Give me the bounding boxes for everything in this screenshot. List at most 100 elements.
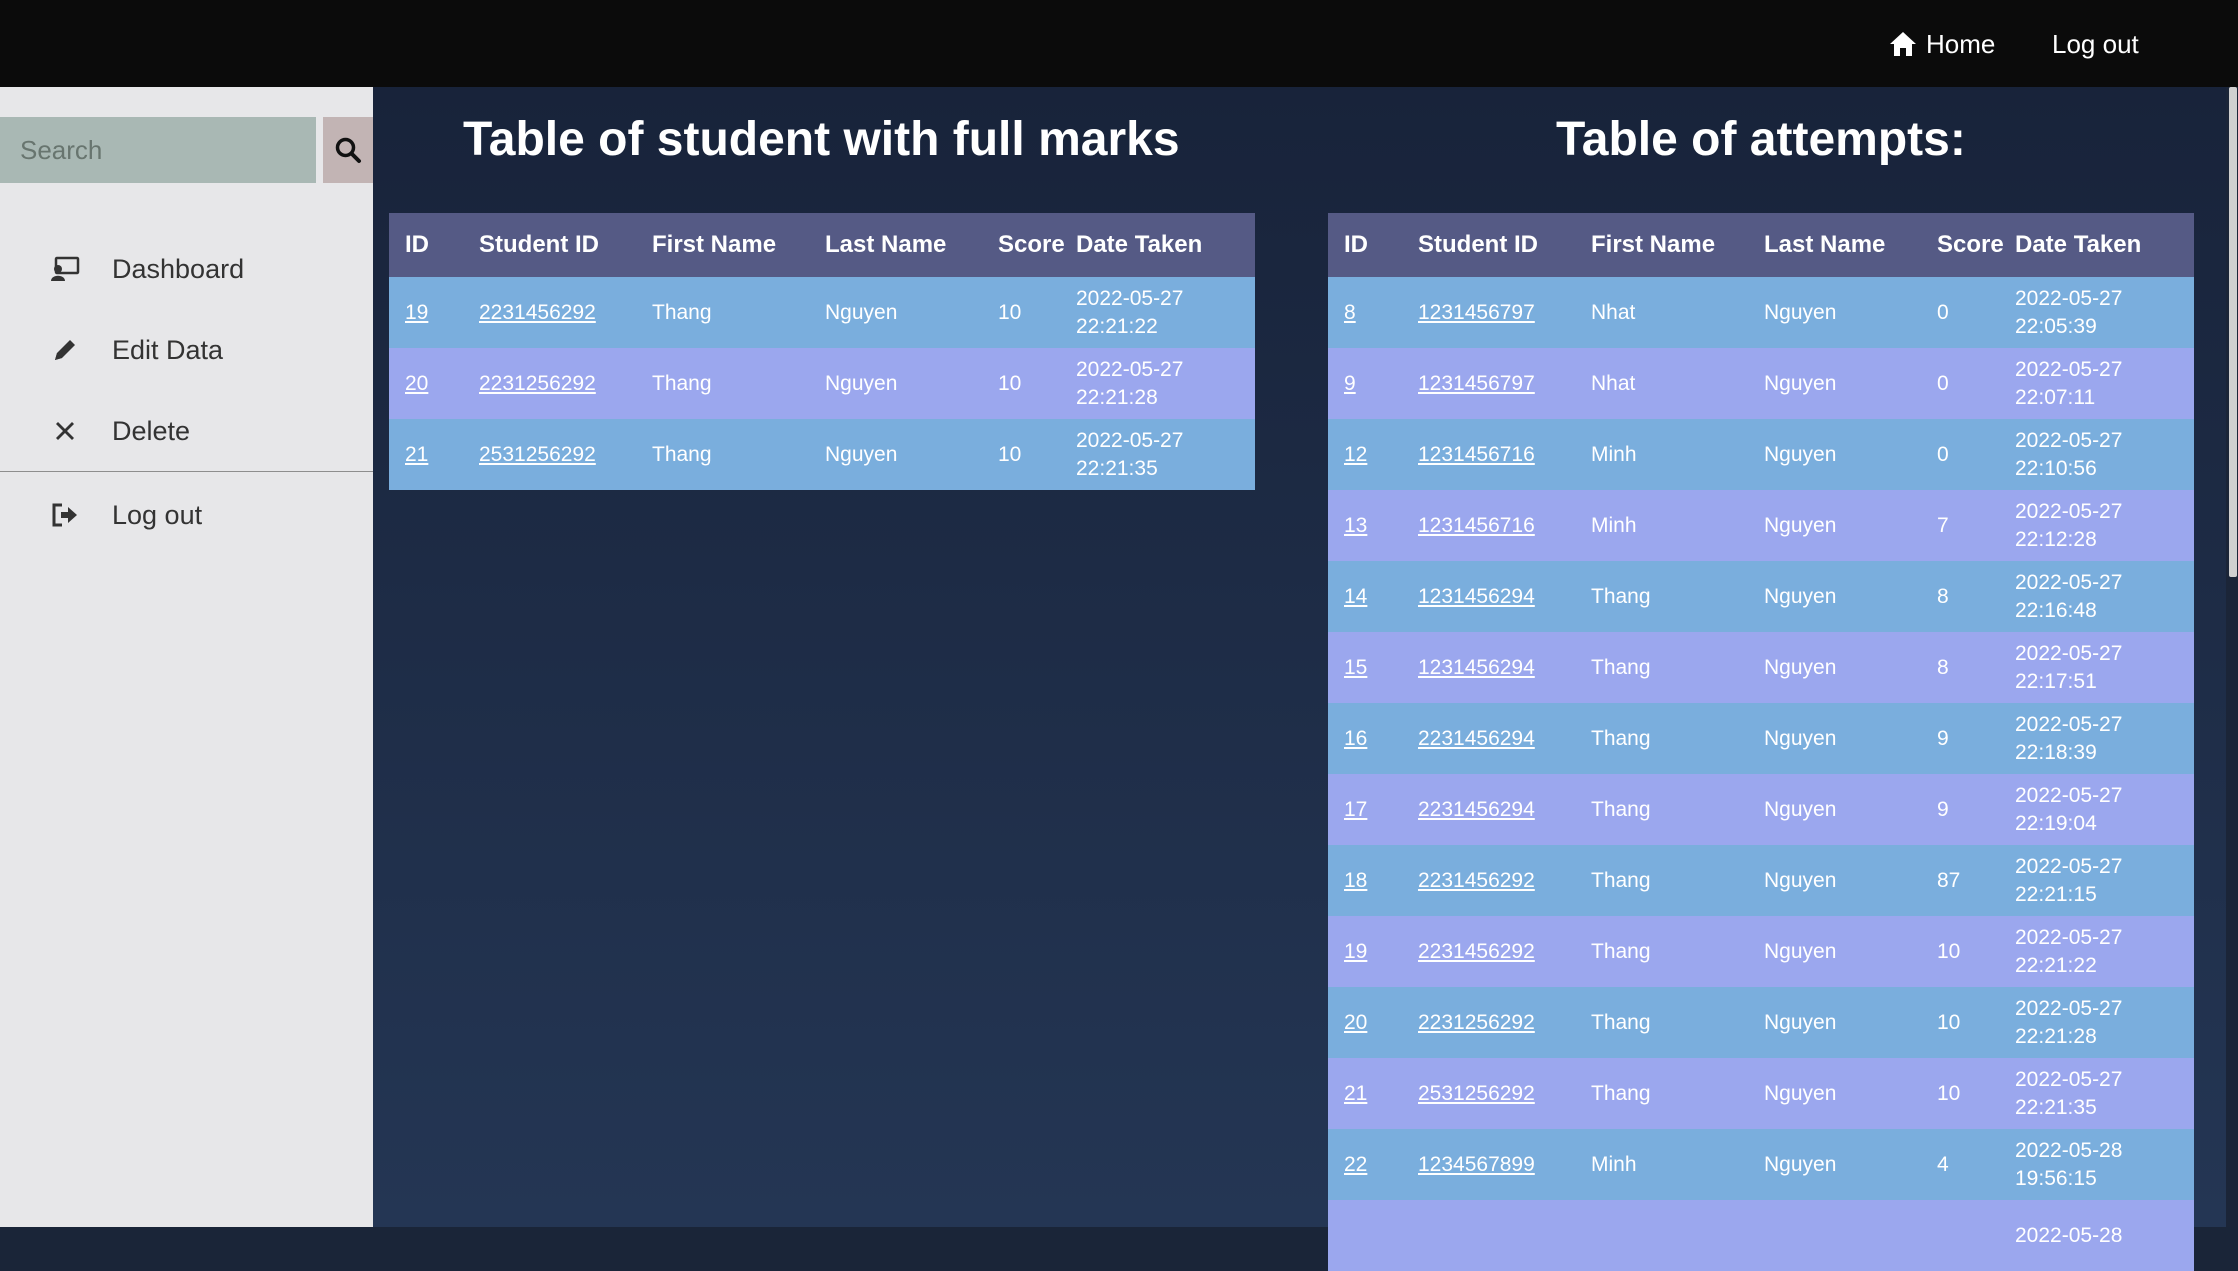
logout-icon xyxy=(48,498,82,532)
sidebar-item-edit-data[interactable]: Edit Data xyxy=(0,320,373,380)
row-id-link[interactable]: 22 xyxy=(1328,1129,1402,1200)
first-name-cell: Nhat xyxy=(1575,277,1748,348)
last-name-cell: Nguyen xyxy=(809,419,982,490)
score-cell: 87 xyxy=(1921,845,1999,916)
student-id-link[interactable]: 2531256292 xyxy=(1402,1058,1575,1129)
date-text: 2022-05-27 xyxy=(1076,286,1184,310)
last-name-cell: Nguyen xyxy=(1748,774,1921,845)
student-id-link[interactable] xyxy=(1402,1200,1575,1271)
student-id-link[interactable]: 2231456294 xyxy=(1402,703,1575,774)
score-cell: 10 xyxy=(1921,916,1999,987)
row-id-link[interactable]: 18 xyxy=(1328,845,1402,916)
sidebar-item-dashboard[interactable]: Dashboard xyxy=(0,239,373,299)
topbar-logout-link[interactable]: Log out xyxy=(2052,24,2139,64)
row-id-link[interactable]: 8 xyxy=(1328,277,1402,348)
student-id-link[interactable]: 1231456716 xyxy=(1402,490,1575,561)
score-cell: 10 xyxy=(1921,987,1999,1058)
time-text: 22:17:51 xyxy=(2015,669,2097,693)
pencil-icon xyxy=(48,333,82,367)
row-id-link[interactable]: 15 xyxy=(1328,632,1402,703)
search-icon xyxy=(335,137,361,163)
date-taken-cell: 2022-05-27 22:21:28 xyxy=(1060,348,1255,419)
table-row: 20 2231256292 Thang Nguyen 10 2022-05-27 22:21… xyxy=(389,348,1255,419)
row-id-link[interactable]: 20 xyxy=(389,348,463,419)
date-taken-cell: 2022-05-27 22:10:56 xyxy=(1999,419,2194,490)
table-row: 18 2231456292 Thang Nguyen 87 2022-05-27 22:21… xyxy=(1328,845,2194,916)
dashboard-icon xyxy=(48,252,82,286)
time-text: 22:21:28 xyxy=(1076,385,1158,409)
row-id-link[interactable]: 21 xyxy=(1328,1058,1402,1129)
sidebar-item-logout[interactable]: Log out xyxy=(0,485,373,545)
home-link[interactable]: Home xyxy=(1888,24,1995,64)
last-name-cell: Nguyen xyxy=(1748,490,1921,561)
first-name-cell: Thang xyxy=(1575,561,1748,632)
student-id-link[interactable]: 2231456294 xyxy=(1402,774,1575,845)
first-name-cell: Minh xyxy=(1575,1129,1748,1200)
first-name-cell: Thang xyxy=(1575,632,1748,703)
row-id-link[interactable]: 17 xyxy=(1328,774,1402,845)
student-id-link[interactable]: 2231456292 xyxy=(1402,845,1575,916)
row-id-link[interactable]: 12 xyxy=(1328,419,1402,490)
first-name-cell: Thang xyxy=(1575,987,1748,1058)
row-id-link[interactable]: 9 xyxy=(1328,348,1402,419)
table-row: 8 1231456797 Nhat Nguyen 0 2022-05-27 22:05:39 xyxy=(1328,277,2194,348)
date-taken-cell: 2022-05-27 22:21:28 xyxy=(1999,987,2194,1058)
table-row: 16 2231456294 Thang Nguyen 9 2022-05-27 22:18:… xyxy=(1328,703,2194,774)
time-text: 22:10:56 xyxy=(2015,456,2097,480)
student-id-link[interactable]: 1231456797 xyxy=(1402,348,1575,419)
search-input[interactable] xyxy=(0,117,316,183)
student-id-link[interactable]: 1231456797 xyxy=(1402,277,1575,348)
last-name-cell: Nguyen xyxy=(1748,845,1921,916)
sidebar: Dashboard Edit Data Delete Log out xyxy=(0,87,373,1227)
table-header-row: ID Student ID First Name Last Name Score Date… xyxy=(1328,213,2194,277)
student-id-link[interactable]: 1234567899 xyxy=(1402,1129,1575,1200)
row-id-link[interactable]: 13 xyxy=(1328,490,1402,561)
last-name-header: Last Name xyxy=(1748,213,1921,277)
full-marks-title: Table of student with full marks xyxy=(463,113,1180,166)
time-text: 22:21:35 xyxy=(2015,1095,2097,1119)
row-id-link[interactable]: 14 xyxy=(1328,561,1402,632)
table-row: 2022-05-28 xyxy=(1328,1200,2194,1271)
student-id-link[interactable]: 2231456292 xyxy=(1402,916,1575,987)
time-text: 22:21:28 xyxy=(2015,1024,2097,1048)
attempts-table: ID Student ID First Name Last Name Score Date… xyxy=(1328,213,2194,1271)
date-text: 2022-05-28 xyxy=(2015,1138,2123,1162)
date-taken-cell: 2022-05-27 22:19:04 xyxy=(1999,774,2194,845)
date-taken-header: Date Taken xyxy=(1999,213,2194,277)
row-id-link[interactable]: 19 xyxy=(389,277,463,348)
search-button[interactable] xyxy=(323,117,373,183)
date-text: 2022-05-28 xyxy=(2015,1223,2123,1247)
sidebar-item-delete[interactable]: Delete xyxy=(0,401,373,461)
id-header: ID xyxy=(389,213,463,277)
score-cell xyxy=(1921,1200,1999,1271)
last-name-cell: Nguyen xyxy=(1748,916,1921,987)
scrollbar-thumb[interactable] xyxy=(2229,87,2237,577)
row-id-link[interactable]: 20 xyxy=(1328,987,1402,1058)
date-taken-cell: 2022-05-27 22:07:11 xyxy=(1999,348,2194,419)
student-id-header: Student ID xyxy=(1402,213,1575,277)
date-taken-cell: 2022-05-27 22:16:48 xyxy=(1999,561,2194,632)
student-id-link[interactable]: 2231456292 xyxy=(463,277,636,348)
last-name-cell: Nguyen xyxy=(1748,987,1921,1058)
student-id-link[interactable]: 2531256292 xyxy=(463,419,636,490)
table-row: 9 1231456797 Nhat Nguyen 0 2022-05-27 22:07:11 xyxy=(1328,348,2194,419)
table-row: 22 1234567899 Minh Nguyen 4 2022-05-28 19:56:1… xyxy=(1328,1129,2194,1200)
score-header: Score xyxy=(982,213,1065,277)
row-id-link[interactable] xyxy=(1328,1200,1402,1271)
row-id-link[interactable]: 19 xyxy=(1328,916,1402,987)
date-text: 2022-05-27 xyxy=(2015,1067,2123,1091)
student-id-link[interactable]: 1231456294 xyxy=(1402,632,1575,703)
student-id-link[interactable]: 1231456716 xyxy=(1402,419,1575,490)
student-id-link[interactable]: 1231456294 xyxy=(1402,561,1575,632)
date-text: 2022-05-27 xyxy=(2015,996,2123,1020)
last-name-cell: Nguyen xyxy=(1748,348,1921,419)
attempts-title: Table of attempts: xyxy=(1556,113,1966,166)
row-id-link[interactable]: 21 xyxy=(389,419,463,490)
date-text: 2022-05-27 xyxy=(2015,570,2123,594)
row-id-link[interactable]: 16 xyxy=(1328,703,1402,774)
time-text: 22:21:22 xyxy=(2015,953,2097,977)
student-id-link[interactable]: 2231256292 xyxy=(1402,987,1575,1058)
table-row: 17 2231456294 Thang Nguyen 9 2022-05-27 22:19:… xyxy=(1328,774,2194,845)
first-name-cell: Thang xyxy=(636,419,809,490)
student-id-link[interactable]: 2231256292 xyxy=(463,348,636,419)
